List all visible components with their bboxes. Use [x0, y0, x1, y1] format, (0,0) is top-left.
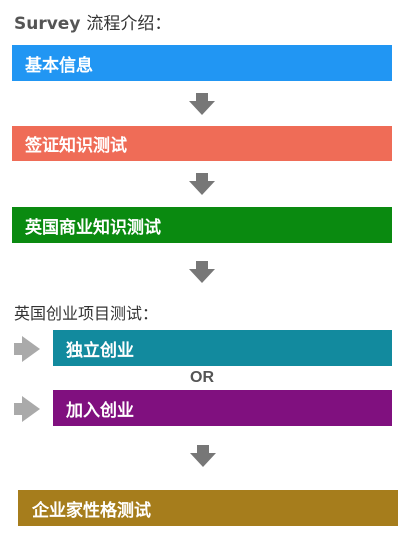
step-entrepreneur-personality-test: 企业家性格测试: [18, 490, 398, 526]
option-label: 独立创业: [66, 340, 134, 361]
step-uk-business-test: 英国商业知识测试: [12, 207, 392, 243]
arrow-right-icon: [14, 396, 40, 422]
arrow-right-icon: [14, 336, 40, 362]
step-basic-info: 基本信息: [12, 45, 392, 81]
option-label: 加入创业: [66, 400, 134, 421]
arrow-down-icon: [189, 173, 215, 195]
or-label: OR: [190, 369, 214, 386]
option-join-startup: 加入创业: [53, 390, 392, 426]
step-label: 企业家性格测试: [32, 500, 151, 521]
flow-title: Survey 流程介绍：: [14, 9, 171, 34]
arrow-down-icon: [190, 445, 216, 467]
step-label: 基本信息: [25, 55, 93, 76]
arrow-down-icon: [189, 93, 215, 115]
business-section-title: 英国创业项目测试：: [14, 304, 159, 323]
flow-title-prefix: Survey: [14, 14, 81, 34]
step-label: 签证知识测试: [25, 136, 127, 156]
option-independent-startup: 独立创业: [53, 330, 392, 366]
step-visa-test: 签证知识测试: [12, 126, 392, 161]
arrow-down-icon: [189, 261, 215, 283]
step-label: 英国商业知识测试: [25, 217, 161, 238]
flow-title-suffix: 流程介绍：: [86, 14, 172, 34]
